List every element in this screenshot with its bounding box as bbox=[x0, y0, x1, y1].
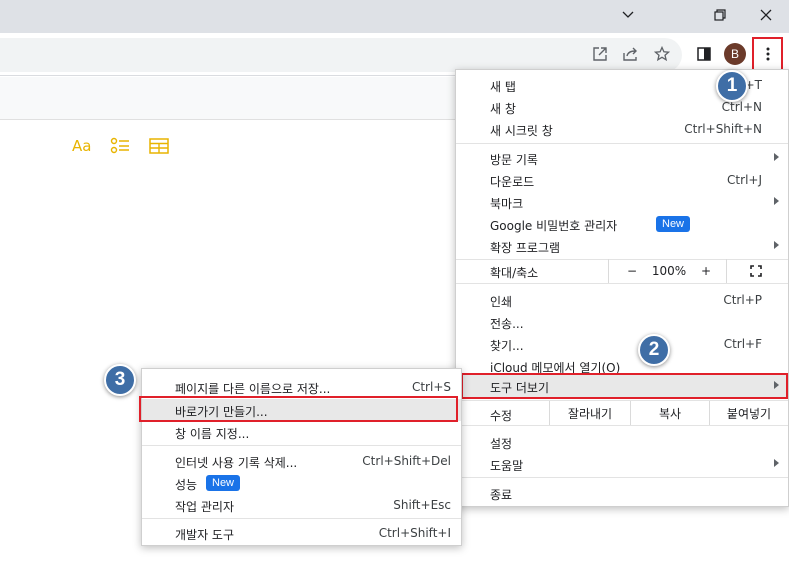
share-icon[interactable] bbox=[618, 41, 644, 67]
menu-item-label: 새 탭 bbox=[490, 80, 516, 94]
more-tools-highlight-frame bbox=[461, 373, 788, 399]
submenu-item-name-window[interactable]: 창 이름 지정... bbox=[142, 421, 461, 443]
title-bar bbox=[0, 0, 789, 33]
edit-label: 수정 bbox=[490, 409, 513, 423]
menu-item-label: 북마크 bbox=[490, 197, 524, 211]
new-badge: New bbox=[206, 475, 241, 491]
zoom-in-button[interactable]: + bbox=[694, 259, 718, 283]
zoom-divider bbox=[726, 259, 727, 283]
copy-button[interactable]: 복사 bbox=[631, 401, 709, 425]
checklist-icon[interactable] bbox=[110, 137, 130, 155]
more-tools-submenu: 페이지를 다른 이름으로 저장... Ctrl+S 바로가기 만들기... 창 … bbox=[141, 368, 462, 546]
menu-item-label: 전송... bbox=[490, 317, 524, 331]
menu-item-label: 새 시크릿 창 bbox=[490, 124, 553, 138]
menu-item-shortcut: Ctrl+P bbox=[723, 293, 762, 307]
menu-button-highlight-frame bbox=[752, 37, 783, 73]
close-icon[interactable] bbox=[743, 0, 789, 30]
menu-item-shortcut: Ctrl+J bbox=[727, 173, 762, 187]
menu-item-settings[interactable]: 설정 bbox=[456, 431, 788, 453]
chrome-main-menu: 새 탭 +T 새 창 Ctrl+N 새 시크릿 창 Ctrl+Shift+N 방… bbox=[455, 69, 789, 507]
submenu-item-shortcut: Shift+Esc bbox=[393, 498, 451, 512]
cut-button[interactable]: 잘라내기 bbox=[550, 401, 630, 425]
avatar[interactable]: B bbox=[724, 43, 746, 65]
menu-divider bbox=[456, 477, 788, 478]
zoom-value: 100% bbox=[651, 264, 687, 278]
menu-divider bbox=[456, 283, 788, 284]
chevron-right-icon bbox=[774, 197, 779, 205]
menu-item-cast[interactable]: 전송... bbox=[456, 311, 788, 333]
menu-item-history[interactable]: 방문 기록 bbox=[456, 147, 788, 169]
menu-divider bbox=[456, 143, 788, 144]
step-marker-2: 2 bbox=[638, 334, 670, 366]
zoom-divider bbox=[608, 259, 609, 283]
submenu-divider bbox=[142, 518, 461, 519]
menu-item-label: 설정 bbox=[490, 437, 513, 451]
submenu-item-label: 페이지를 다른 이름으로 저장... bbox=[175, 382, 331, 396]
menu-item-exit[interactable]: 종료 bbox=[456, 482, 788, 504]
chevron-right-icon bbox=[774, 153, 779, 161]
menu-item-label: 새 창 bbox=[490, 102, 516, 116]
menu-item-shortcut: Ctrl+F bbox=[723, 337, 762, 351]
submenu-item-shortcut: Ctrl+Shift+I bbox=[378, 526, 451, 540]
menu-item-help[interactable]: 도움말 bbox=[456, 453, 788, 475]
fullscreen-icon[interactable] bbox=[742, 259, 770, 283]
chevron-right-icon bbox=[774, 241, 779, 249]
menu-item-label: 방문 기록 bbox=[490, 153, 538, 167]
chevron-down-icon[interactable] bbox=[605, 0, 651, 30]
zoom-label: 확대/축소 bbox=[490, 266, 539, 280]
menu-item-extensions[interactable]: 확장 프로그램 bbox=[456, 235, 788, 257]
open-in-new-icon[interactable] bbox=[587, 41, 613, 67]
submenu-item-label: 창 이름 지정... bbox=[175, 427, 250, 441]
new-badge: New bbox=[656, 216, 691, 232]
menu-item-find[interactable]: 찾기... Ctrl+F bbox=[456, 333, 788, 355]
submenu-item-label: 개발자 도구 bbox=[175, 528, 235, 542]
menu-item-bookmarks[interactable]: 북마크 bbox=[456, 191, 788, 213]
create-shortcut-highlight-frame bbox=[139, 396, 458, 422]
address-bar[interactable] bbox=[0, 38, 682, 72]
menu-item-downloads[interactable]: 다운로드 Ctrl+J bbox=[456, 169, 788, 191]
submenu-item-label: 성능 bbox=[175, 478, 198, 492]
menu-item-shortcut: Ctrl+N bbox=[721, 100, 762, 114]
paste-button[interactable]: 붙여넣기 bbox=[710, 401, 788, 425]
submenu-item-label: 인터넷 사용 기록 삭제... bbox=[175, 456, 298, 470]
menu-item-shortcut: Ctrl+Shift+N bbox=[684, 122, 762, 136]
edit-row: 수정 잘라내기 복사 붙여넣기 bbox=[456, 401, 788, 425]
menu-item-password-manager[interactable]: Google 비밀번호 관리자 New bbox=[456, 213, 788, 235]
menu-item-incognito[interactable]: 새 시크릿 창 Ctrl+Shift+N bbox=[456, 118, 788, 140]
submenu-divider bbox=[142, 445, 461, 446]
step-marker-3: 3 bbox=[104, 364, 136, 396]
text-format-icon[interactable]: Aa bbox=[72, 137, 91, 155]
menu-item-print[interactable]: 인쇄 Ctrl+P bbox=[456, 289, 788, 311]
submenu-item-label: 작업 관리자 bbox=[175, 500, 235, 514]
submenu-item-shortcut: Ctrl+Shift+Del bbox=[362, 454, 451, 468]
text-format-label: Aa bbox=[72, 137, 92, 155]
menu-item-label: 다운로드 bbox=[490, 175, 535, 189]
menu-item-label: Google 비밀번호 관리자 bbox=[490, 219, 618, 233]
menu-item-label: 확장 프로그램 bbox=[490, 241, 561, 255]
star-icon[interactable] bbox=[649, 41, 675, 67]
menu-item-label: 도움말 bbox=[490, 459, 524, 473]
menu-item-label: 인쇄 bbox=[490, 295, 513, 309]
avatar-letter: B bbox=[730, 47, 739, 61]
menu-item-label: 종료 bbox=[490, 488, 513, 502]
submenu-item-shortcut: Ctrl+S bbox=[411, 380, 451, 394]
step-marker-1: 1 bbox=[716, 70, 748, 102]
submenu-item-dev-tools[interactable]: 개발자 도구 Ctrl+Shift+I bbox=[142, 522, 461, 544]
menu-divider bbox=[456, 425, 788, 426]
submenu-item-save-page[interactable]: 페이지를 다른 이름으로 저장... Ctrl+S bbox=[142, 376, 461, 398]
submenu-item-clear-data[interactable]: 인터넷 사용 기록 삭제... Ctrl+Shift+Del bbox=[142, 450, 461, 472]
table-icon[interactable] bbox=[149, 138, 170, 154]
restore-icon[interactable] bbox=[697, 0, 743, 30]
zoom-row: 확대/축소 − 100% + bbox=[456, 259, 788, 283]
side-panel-icon[interactable] bbox=[691, 41, 717, 67]
zoom-out-button[interactable]: − bbox=[620, 259, 644, 283]
submenu-item-task-manager[interactable]: 작업 관리자 Shift+Esc bbox=[142, 494, 461, 516]
menu-item-label: 찾기... bbox=[490, 339, 524, 353]
chevron-right-icon bbox=[774, 459, 779, 467]
submenu-item-performance[interactable]: 성능 New bbox=[142, 472, 461, 494]
doc-format-toolbar: Aa bbox=[72, 137, 170, 155]
